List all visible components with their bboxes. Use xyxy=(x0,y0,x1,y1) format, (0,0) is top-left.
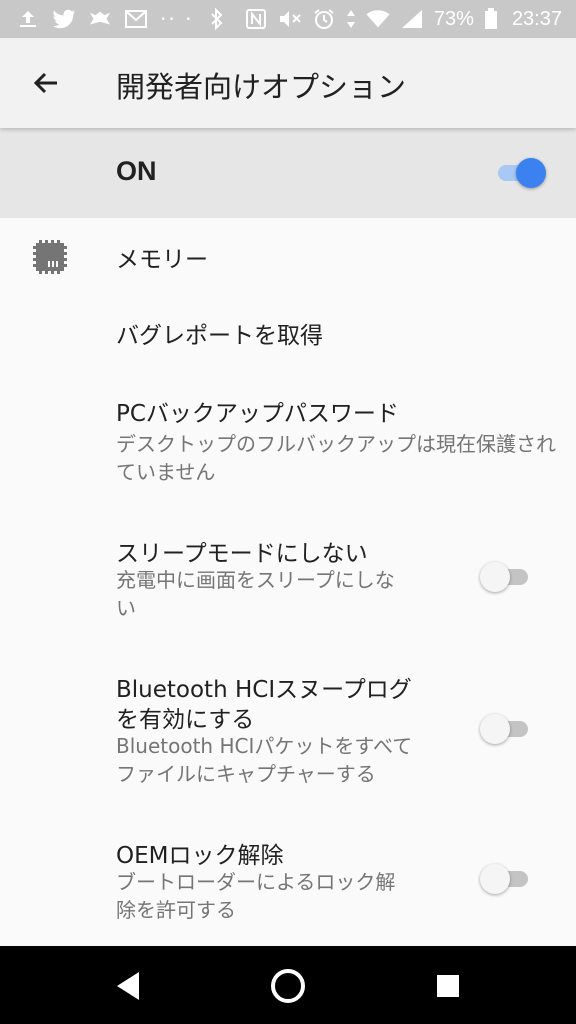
upload-icon xyxy=(16,7,40,31)
arrow-back-icon[interactable] xyxy=(26,63,66,103)
setting-summary-line1: 充電中に画面をスリープにしな xyxy=(116,568,395,592)
stay-awake-toggle[interactable] xyxy=(480,558,532,594)
master-switch-bar[interactable]: ON xyxy=(0,128,576,218)
master-switch-label: ON xyxy=(116,156,157,186)
setting-summary-line1: Bluetooth HCIパケットをすべて xyxy=(116,734,413,758)
setting-summary-line2: ファイルにキャプチャーする xyxy=(116,762,376,786)
memory-chip-icon xyxy=(30,237,70,277)
setting-title: OEMロック解除 xyxy=(116,843,284,869)
setting-bluetooth-hci-snoop[interactable]: Bluetooth HCIスヌープログ を有効にする Bluetooth HCI… xyxy=(0,654,576,810)
setting-oem-unlock[interactable]: OEMロック解除 ブートローダーによるロック解 除を許可する xyxy=(0,820,576,940)
data-arrows-icon xyxy=(346,7,356,31)
setting-summary-line2: い xyxy=(116,596,136,620)
alarm-icon xyxy=(312,7,336,31)
battery-percent: 73% xyxy=(433,7,474,30)
setting-memory[interactable]: メモリー xyxy=(0,218,576,294)
setting-stay-awake[interactable]: スリープモードにしない 充電中に画面をスリープにしな い xyxy=(0,514,576,644)
bluetooth-hci-toggle[interactable] xyxy=(480,710,532,746)
mute-icon xyxy=(278,7,302,31)
setting-title: メモリー xyxy=(116,247,208,273)
signal-icon xyxy=(400,7,424,31)
clock: 23:37 xyxy=(511,7,562,30)
recents-square-icon[interactable] xyxy=(426,964,470,1008)
setting-pc-backup-password[interactable]: PCバックアップパスワード デスクトップのフルバックアップは現在保護されていませ… xyxy=(0,374,576,504)
setting-title-line1: Bluetooth HCIスヌープログ xyxy=(116,677,412,703)
page-title: 開発者向けオプション xyxy=(116,70,407,104)
master-toggle[interactable] xyxy=(494,154,546,190)
setting-summary: デスクトップのフルバックアップは現在保護されていません xyxy=(116,432,556,484)
setting-title: スリープモードにしない xyxy=(116,541,368,567)
bluetooth-icon xyxy=(205,7,229,31)
setting-summary-line2: 除を許可する xyxy=(116,898,236,922)
setting-title: バグレポートを取得 xyxy=(116,323,323,349)
twitter-icon xyxy=(52,7,76,31)
setting-title: PCバックアップパスワード xyxy=(116,401,399,427)
nfc-icon xyxy=(244,7,268,31)
more-dots-icon: ·· · xyxy=(160,7,194,31)
gmail-icon xyxy=(124,7,148,31)
back-triangle-icon[interactable] xyxy=(106,964,150,1008)
status-bar: ·· · 73% 23:37 xyxy=(0,0,576,38)
navigation-bar xyxy=(0,946,576,1024)
app-bar: 開発者向けオプション xyxy=(0,38,576,128)
notification-icon xyxy=(88,7,112,31)
setting-summary-line1: ブートローダーによるロック解 xyxy=(116,870,396,894)
battery-icon xyxy=(484,7,498,31)
oem-unlock-toggle[interactable] xyxy=(480,860,532,896)
setting-bug-report[interactable]: バグレポートを取得 xyxy=(0,296,576,372)
home-circle-icon[interactable] xyxy=(266,964,310,1008)
setting-title-line2: を有効にする xyxy=(116,707,255,733)
wifi-icon xyxy=(366,7,390,31)
